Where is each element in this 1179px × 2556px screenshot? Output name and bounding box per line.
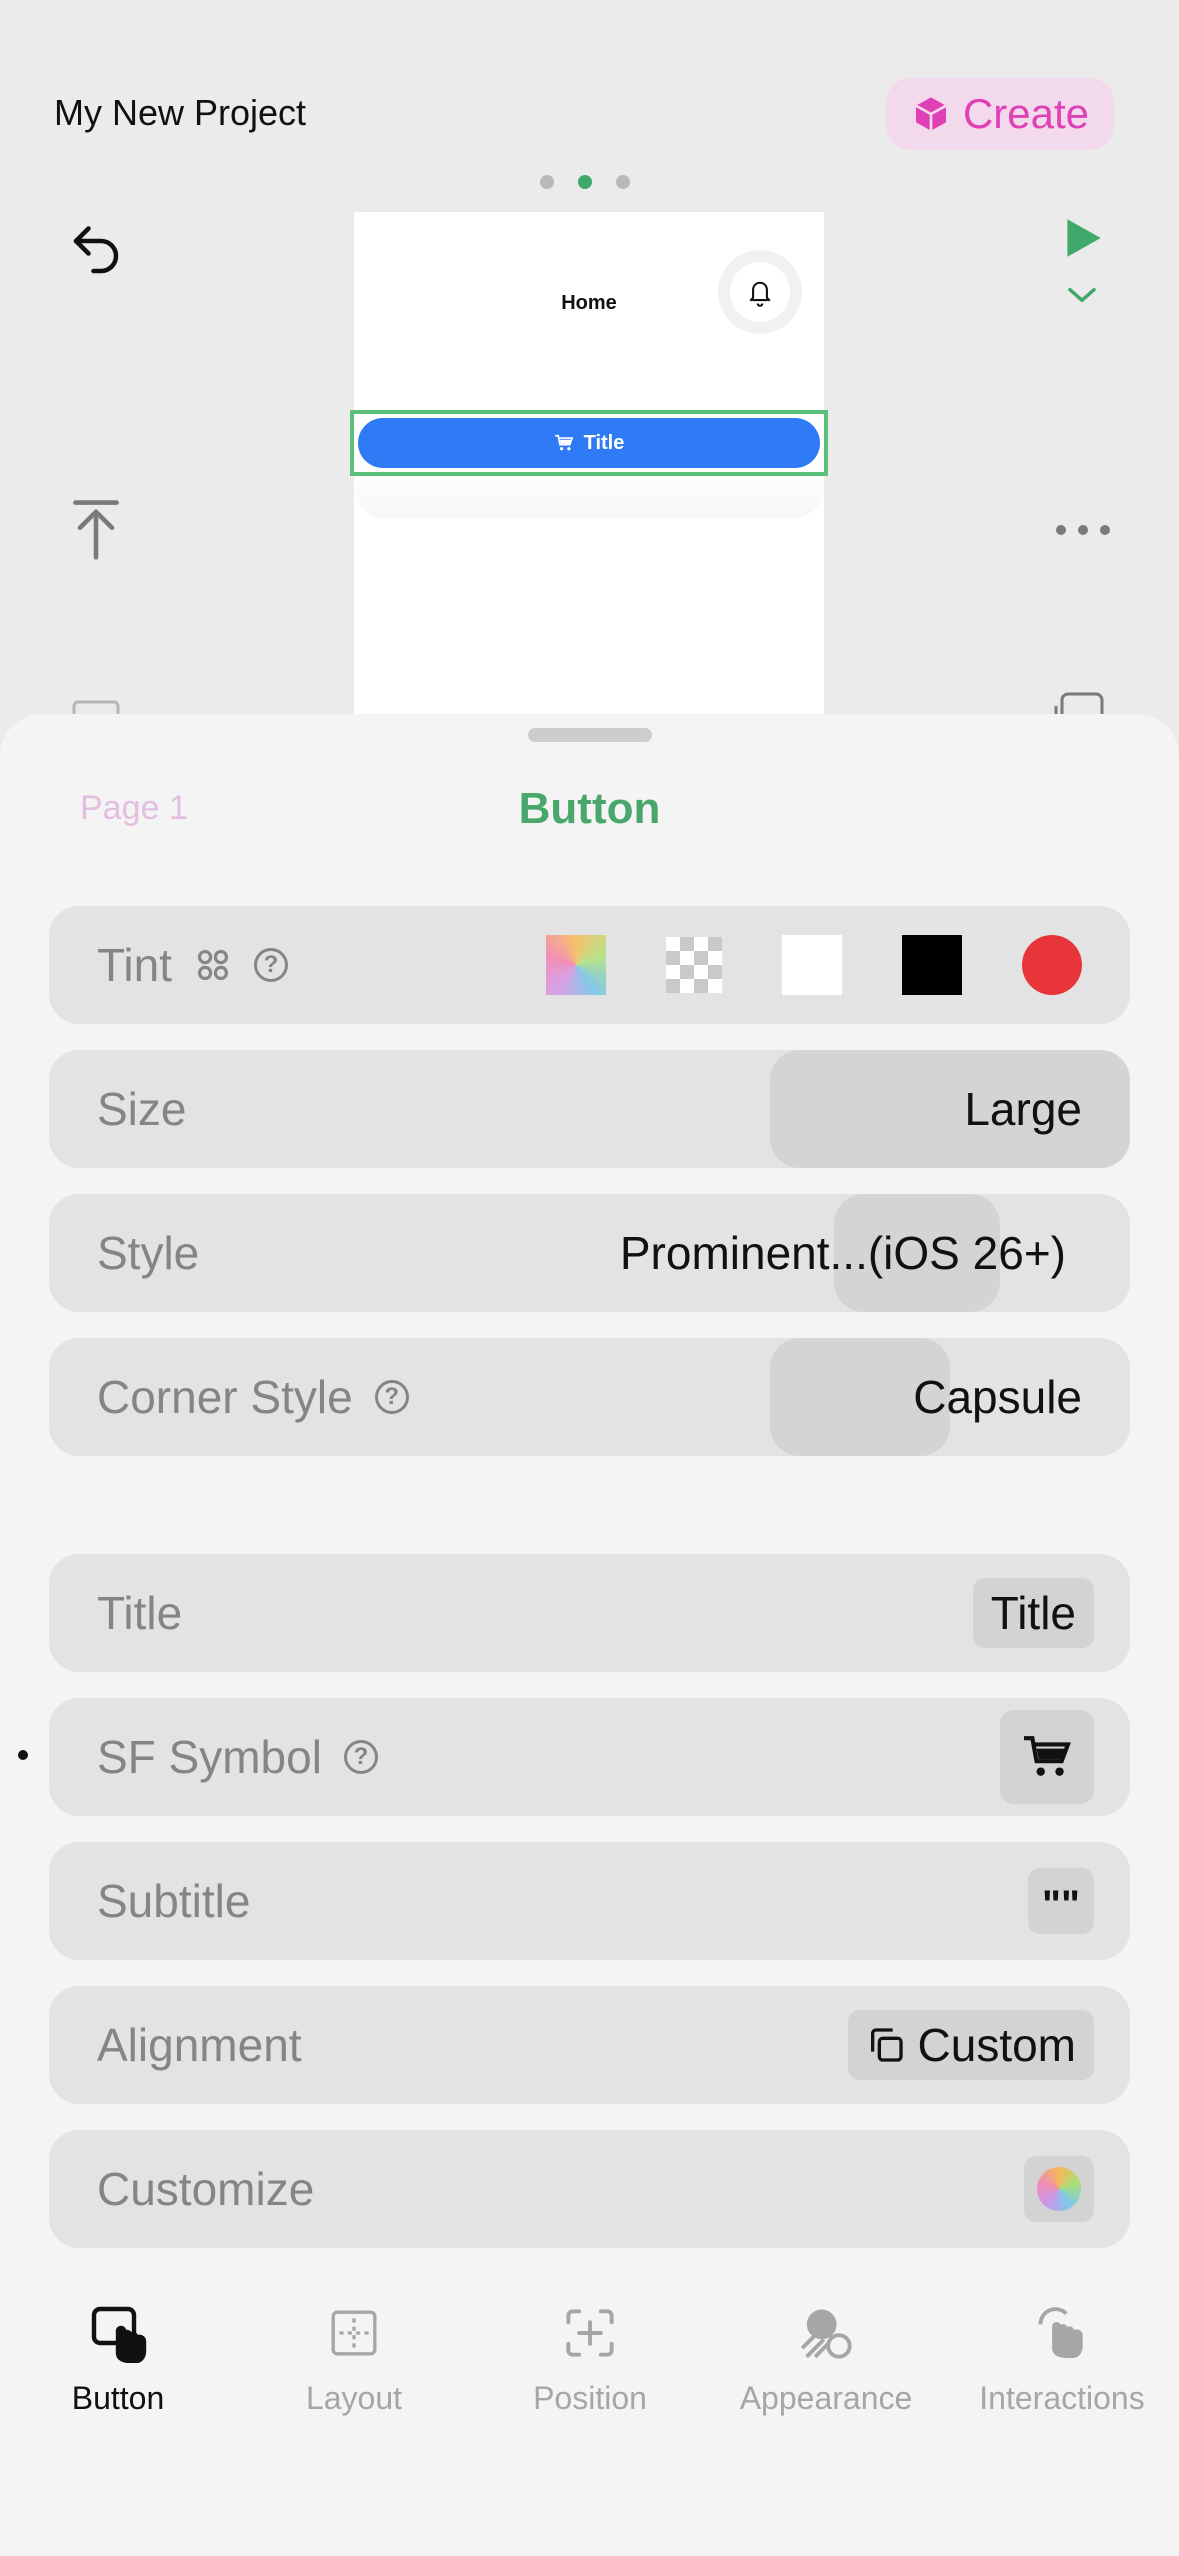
tint-label: Tint [97, 939, 172, 991]
corner-style-label: Corner Style [97, 1371, 353, 1423]
tab-label: Layout [305, 2380, 403, 2416]
customize-label: Customize [97, 2163, 315, 2215]
alignment-picker[interactable]: Custom [847, 2010, 1094, 2080]
grid-icon [197, 949, 229, 981]
swatch-clear[interactable] [666, 937, 722, 993]
copy-icon [870, 2028, 903, 2062]
swatch-multicolor[interactable] [546, 935, 606, 995]
tab-label: Position [533, 2380, 647, 2416]
play-icon[interactable] [1052, 208, 1112, 268]
swatch-white[interactable] [782, 935, 842, 995]
row-indicator-dot [18, 1750, 28, 1760]
tab-position[interactable]: Position [472, 2300, 708, 2417]
tint-swatches [546, 906, 1082, 1024]
style-row[interactable]: Style Prominent...(iOS 26+) [49, 1194, 1130, 1312]
tab-label: Interactions [979, 2380, 1145, 2416]
preview-button-title: Title [583, 431, 625, 454]
size-value[interactable]: Large [964, 1082, 1082, 1136]
style-value[interactable]: Prominent...(iOS 26+) [620, 1226, 1066, 1280]
help-icon[interactable]: ? [253, 948, 288, 982]
tab-button[interactable]: Button [0, 2300, 236, 2417]
tab-label: Appearance [739, 2380, 913, 2416]
corner-style-value[interactable]: Capsule [913, 1370, 1082, 1424]
create-button[interactable]: Create [886, 78, 1114, 150]
tab-appearance[interactable]: Appearance [708, 2300, 944, 2417]
tab-label: Button [71, 2380, 165, 2416]
page-dot[interactable] [540, 175, 554, 189]
sheet-grabber[interactable] [528, 728, 652, 742]
help-icon[interactable]: ? [374, 1380, 409, 1414]
sf-symbol-row[interactable]: SF Symbol ? [49, 1698, 1130, 1816]
tint-row: Tint ? [49, 906, 1130, 1024]
subtitle-value-box[interactable]: "" [1028, 1868, 1094, 1934]
interactions-icon [1029, 2300, 1095, 2366]
color-wheel-button[interactable] [1024, 2156, 1094, 2222]
bell-icon [749, 281, 771, 307]
style-label: Style [97, 1227, 200, 1279]
tab-interactions[interactable]: Interactions [944, 2300, 1179, 2417]
position-icon [557, 2300, 623, 2366]
swatch-black[interactable] [902, 935, 962, 995]
appearance-icon [793, 2300, 859, 2366]
cart-icon [1024, 1736, 1071, 1776]
cube-icon [915, 97, 947, 131]
size-label: Size [97, 1083, 187, 1135]
tab-bar: Button Layout Position Appearance Intera… [0, 2300, 1179, 2500]
customize-row[interactable]: Customize [49, 2130, 1130, 2248]
move-to-top-icon[interactable] [60, 494, 132, 566]
undo-icon[interactable] [60, 210, 132, 282]
alignment-value: Custom [917, 2019, 1076, 2071]
page-dot[interactable] [616, 175, 630, 189]
title-row[interactable]: Title Title [49, 1554, 1130, 1672]
create-label: Create [962, 90, 1090, 137]
cart-icon [554, 434, 573, 451]
color-wheel-icon [1037, 2167, 1081, 2211]
sf-symbol-picker[interactable] [1000, 1710, 1094, 1804]
tab-layout[interactable]: Layout [236, 2300, 472, 2417]
more-icon[interactable] [1050, 510, 1116, 550]
size-row[interactable]: Size Large [49, 1050, 1130, 1168]
selected-button-outline[interactable]: Title [350, 410, 828, 476]
subtitle-value: "" [1042, 1882, 1080, 1927]
layout-icon [321, 2300, 387, 2366]
sf-symbol-label: SF Symbol [97, 1731, 322, 1783]
chevron-down-icon[interactable] [1062, 280, 1102, 310]
bell-button[interactable] [730, 262, 790, 322]
alignment-row[interactable]: Alignment Custom [49, 1986, 1130, 2104]
subtitle-label: Subtitle [97, 1875, 251, 1927]
title-label: Title [97, 1587, 183, 1639]
preview-button[interactable]: Title [358, 418, 820, 468]
swatch-red[interactable] [1022, 935, 1082, 995]
title-value[interactable]: Title [972, 1578, 1094, 1648]
sheet-title: Button [518, 784, 661, 833]
project-title[interactable]: My New Project [54, 92, 306, 134]
subtitle-row[interactable]: Subtitle "" [49, 1842, 1130, 1960]
page-dot-active[interactable] [578, 175, 592, 189]
corner-style-row[interactable]: Corner Style ? Capsule [49, 1338, 1130, 1456]
page-indicator[interactable] [540, 175, 630, 189]
button-pointer-icon [85, 2300, 151, 2366]
alignment-label: Alignment [97, 2019, 302, 2071]
help-icon[interactable]: ? [343, 1740, 378, 1774]
